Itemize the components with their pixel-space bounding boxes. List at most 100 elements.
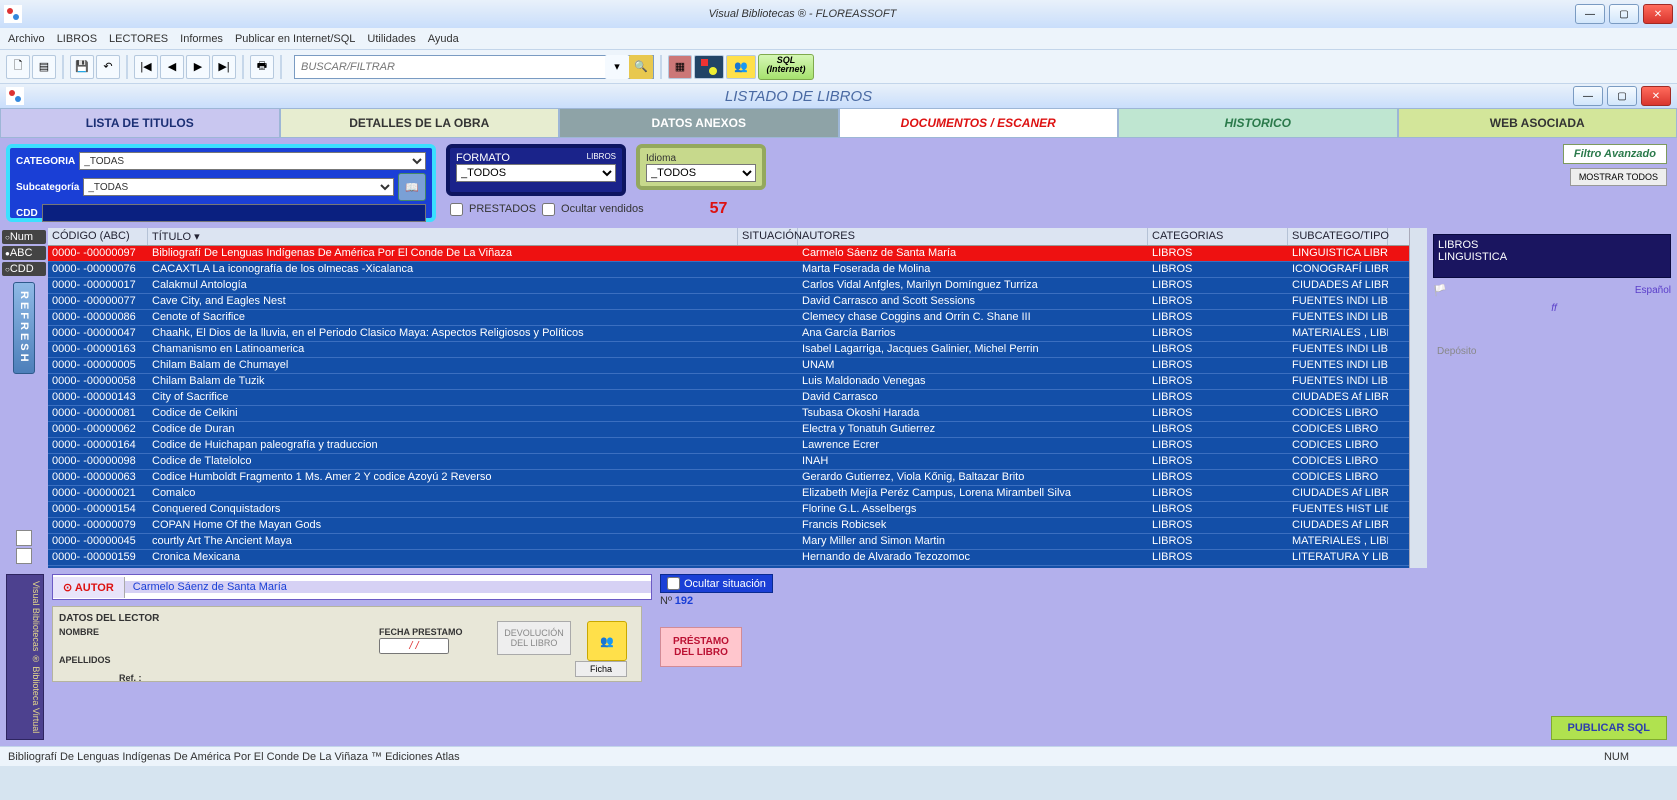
table-row[interactable]: 0000- -00000017Calakmul AntologíaCarlos …	[48, 278, 1409, 294]
grid-header: CÓDIGO (ABC) TÍTULO ▾ SITUACIÓN AUTORES …	[48, 228, 1409, 246]
sort-abc[interactable]: ● ABC	[2, 246, 46, 260]
table-row[interactable]: 0000- -00000163Chamanismo en Latinoameri…	[48, 342, 1409, 358]
prestamo-button[interactable]: PRÉSTAMO DEL LIBRO	[660, 627, 742, 667]
table-row[interactable]: 0000- -00000081Codice de CelkiniTsubasa …	[48, 406, 1409, 422]
nav-last-button[interactable]: ▶|	[212, 55, 236, 79]
search-input[interactable]	[295, 61, 605, 73]
table-row[interactable]: 0000- -00000079COPAN Home Of the Mayan G…	[48, 518, 1409, 534]
idioma-select[interactable]: _TODOS	[646, 164, 756, 182]
devolucion-button[interactable]: DEVOLUCIÓN DEL LIBRO	[497, 621, 571, 655]
menu-lectores[interactable]: LECTORES	[109, 33, 168, 45]
menu-libros[interactable]: LIBROS	[57, 33, 97, 45]
table-row[interactable]: 0000- -00000076CACAXTLA La iconografía d…	[48, 262, 1409, 278]
categoria-select[interactable]: _TODAS	[79, 152, 426, 170]
search-dropdown-icon[interactable]: ▾	[605, 55, 629, 79]
menubar: Archivo LIBROS LECTORES Informes Publica…	[0, 28, 1677, 50]
table-row[interactable]: 0000- -00000164Codice de Huichapan paleo…	[48, 438, 1409, 454]
print-button[interactable]: 🖶	[250, 55, 274, 79]
menu-utilidades[interactable]: Utilidades	[367, 33, 415, 45]
col-situacion[interactable]: SITUACIÓN	[738, 228, 798, 245]
minimize-button[interactable]: —	[1575, 4, 1605, 24]
app-title: Visual Bibliotecas ® - FLOREASSOFT	[30, 8, 1575, 20]
table-row[interactable]: 0000- -00000086Cenote of SacrificeClemec…	[48, 310, 1409, 326]
table-row[interactable]: 0000- -00000063Codice Humboldt Fragmento…	[48, 470, 1409, 486]
maximize-button[interactable]: ▢	[1609, 4, 1639, 24]
table-row[interactable]: 0000- -00000143City of SacrificeDavid Ca…	[48, 390, 1409, 406]
fecha-input[interactable]	[379, 638, 449, 654]
tab-documentos[interactable]: DOCUMENTOS / ESCANER	[839, 108, 1119, 138]
book-icon[interactable]: 📖	[398, 173, 426, 201]
ocultar-situacion[interactable]: Ocultar situación	[660, 574, 773, 593]
prestados-checkbox[interactable]	[450, 203, 463, 216]
table-row[interactable]: 0000- -00000062Codice de DuranElectra y …	[48, 422, 1409, 438]
rt-deposito: Depósito	[1433, 346, 1671, 357]
refresh-button[interactable]: REFRESH	[13, 282, 35, 374]
ocultsit-check[interactable]	[667, 577, 680, 590]
col-autores[interactable]: AUTORES	[798, 228, 1148, 245]
person-icon[interactable]: 👥	[587, 621, 627, 661]
sort-cdd[interactable]: ○ CDD	[2, 262, 46, 276]
col-codigo[interactable]: CÓDIGO (ABC)	[48, 228, 148, 245]
books-grid[interactable]: CÓDIGO (ABC) TÍTULO ▾ SITUACIÓN AUTORES …	[48, 228, 1409, 568]
vertical-tab[interactable]: Visual Bibliotecas ® Biblioteca Virtual	[6, 574, 44, 740]
menu-publicar[interactable]: Publicar en Internet/SQL	[235, 33, 355, 45]
sub-close-button[interactable]: ✕	[1641, 86, 1671, 106]
prestados-label: PRESTADOS	[469, 203, 536, 215]
tab-datos-anexos[interactable]: DATOS ANEXOS	[559, 108, 839, 138]
table-row[interactable]: 0000- -00000021ComalcoElizabeth Mejía Pe…	[48, 486, 1409, 502]
check2[interactable]	[16, 548, 32, 564]
card-button[interactable]: ▤	[32, 55, 56, 79]
publicar-sql-button[interactable]: PUBLICAR SQL	[1551, 716, 1668, 740]
check1[interactable]	[16, 530, 32, 546]
formato-select[interactable]: _TODOS	[456, 164, 616, 182]
tab-lista-titulos[interactable]: LISTA DE TITULOS	[0, 108, 280, 138]
sub-maximize-button[interactable]: ▢	[1607, 86, 1637, 106]
undo-button[interactable]: ↶	[96, 55, 120, 79]
nav-next-button[interactable]: ▶	[186, 55, 210, 79]
table-row[interactable]: 0000- -00000047Chaahk, El Dios de la llu…	[48, 326, 1409, 342]
search-go-icon[interactable]: 🔍	[629, 55, 653, 79]
table-row[interactable]: 0000- -00000154Conquered ConquistadorsFl…	[48, 502, 1409, 518]
subwindow-icon	[6, 87, 24, 105]
tab-historico[interactable]: HISTORICO	[1118, 108, 1398, 138]
table-row[interactable]: 0000- -00000005Chilam Balam de ChumayelU…	[48, 358, 1409, 374]
author-label[interactable]: ⊙ AUTOR	[53, 577, 125, 598]
formato-label: FORMATO	[456, 152, 510, 164]
col-subcat[interactable]: SUBCATEGO/TIPO	[1288, 228, 1388, 245]
grid-icon[interactable]: ▦	[668, 55, 692, 79]
cdd-input[interactable]	[42, 204, 426, 222]
menu-archivo[interactable]: Archivo	[8, 33, 45, 45]
shapes-icon[interactable]	[694, 55, 724, 79]
menu-ayuda[interactable]: Ayuda	[428, 33, 459, 45]
nav-first-button[interactable]: |◀	[134, 55, 158, 79]
app-icon	[4, 5, 22, 23]
table-row[interactable]: 0000- -00000159Cronica MexicanaHernando …	[48, 550, 1409, 566]
save-button[interactable]: 💾	[70, 55, 94, 79]
people-icon[interactable]: 👥	[726, 55, 756, 79]
sql-internet-button[interactable]: SQL(Internet)	[758, 54, 814, 80]
new-doc-button[interactable]: 🗋	[6, 55, 30, 79]
menu-informes[interactable]: Informes	[180, 33, 223, 45]
ocultar-checkbox[interactable]	[542, 203, 555, 216]
table-row[interactable]: 0000- -00000097Bibliografí De Lenguas In…	[48, 246, 1409, 262]
separator	[62, 55, 64, 79]
table-row[interactable]: 0000- -00000077Cave City, and Eagles Nes…	[48, 294, 1409, 310]
nav-prev-button[interactable]: ◀	[160, 55, 184, 79]
filtro-avanzado-button[interactable]: Filtro Avanzado	[1563, 144, 1667, 164]
col-categorias[interactable]: CATEGORIAS	[1148, 228, 1288, 245]
mostrar-todos-button[interactable]: MOSTRAR TODOS	[1570, 168, 1667, 186]
grid-scrollbar[interactable]	[1409, 228, 1427, 568]
sub-minimize-button[interactable]: —	[1573, 86, 1603, 106]
tab-web[interactable]: WEB ASOCIADA	[1398, 108, 1677, 138]
tab-detalles[interactable]: DETALLES DE LA OBRA	[280, 108, 560, 138]
table-row[interactable]: 0000- -00000058Chilam Balam de TuzikLuis…	[48, 374, 1409, 390]
ficha-button[interactable]: Ficha	[575, 661, 627, 677]
table-row[interactable]: 0000- -00000098Codice de TlatelolcoINAHL…	[48, 454, 1409, 470]
status-bar: Bibliografí De Lenguas Indígenas De Amér…	[0, 746, 1677, 766]
sort-num[interactable]: ○ Num	[2, 230, 46, 244]
col-titulo[interactable]: TÍTULO ▾	[148, 228, 738, 245]
rt-libros: LIBROS	[1438, 239, 1666, 251]
subcat-select[interactable]: _TODAS	[83, 178, 394, 196]
table-row[interactable]: 0000- -00000045courtly Art The Ancient M…	[48, 534, 1409, 550]
close-button[interactable]: ✕	[1643, 4, 1673, 24]
